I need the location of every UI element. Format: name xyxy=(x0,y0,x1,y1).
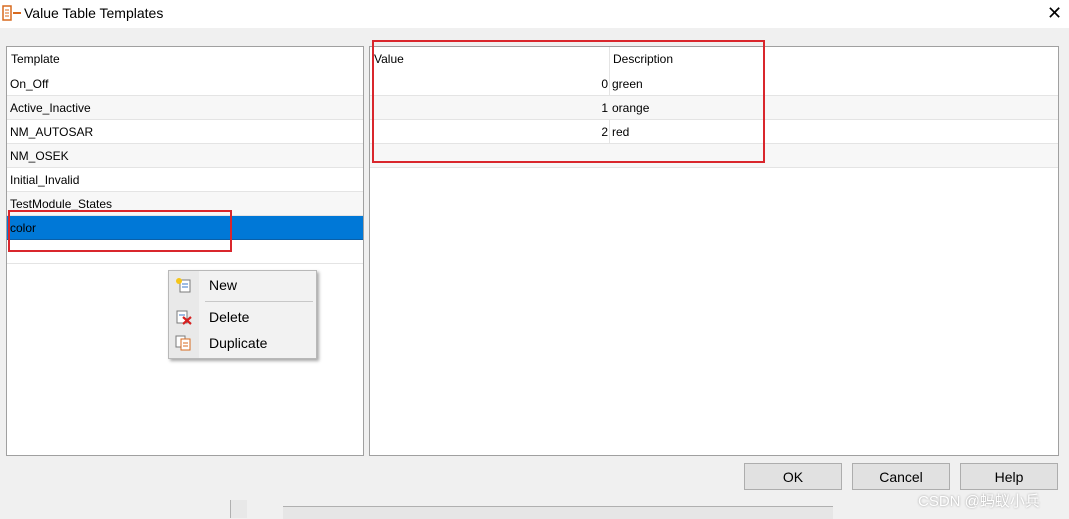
template-row-empty[interactable] xyxy=(7,240,363,264)
menu-item-new[interactable]: New xyxy=(169,273,314,297)
background-window-edge xyxy=(230,500,247,518)
delete-template-icon xyxy=(176,310,192,325)
menu-label: Duplicate xyxy=(209,335,268,351)
template-label: Active_Inactive xyxy=(10,101,91,115)
context-menu: New Delete Duplicate xyxy=(168,270,317,359)
cancel-button[interactable]: Cancel xyxy=(852,463,950,490)
template-list[interactable]: Template On_Off Active_Inactive NM_AUTOS… xyxy=(6,46,364,456)
new-template-icon xyxy=(176,278,191,293)
template-row-testmodule-states[interactable]: TestModule_States xyxy=(7,192,363,216)
description-column-header[interactable]: Description xyxy=(613,47,673,70)
description-cell[interactable]: red xyxy=(612,120,629,144)
value-cell[interactable]: 1 xyxy=(370,96,610,120)
template-row-on-off[interactable]: On_Off xyxy=(7,72,363,96)
template-label: On_Off xyxy=(10,77,49,91)
template-row-active-inactive[interactable]: Active_Inactive xyxy=(7,96,363,120)
watermark-text: CSDN @蚂蚁小兵 xyxy=(918,493,1040,510)
template-row-nm-autosar[interactable]: NM_AUTOSAR xyxy=(7,120,363,144)
description-cell[interactable]: green xyxy=(612,72,643,96)
template-label: TestModule_States xyxy=(10,197,113,211)
template-label: NM_AUTOSAR xyxy=(10,125,94,139)
title-bar: Value Table Templates ✕ xyxy=(0,0,1069,28)
close-icon: ✕ xyxy=(1046,2,1063,23)
value-cell[interactable]: 2 xyxy=(370,120,610,144)
template-column-header[interactable]: Template xyxy=(11,47,60,70)
template-label: NM_OSEK xyxy=(10,149,69,163)
ok-button[interactable]: OK xyxy=(744,463,842,490)
value-cell[interactable]: 0 xyxy=(370,72,610,96)
value-row[interactable]: 2 red xyxy=(370,120,1058,144)
value-row[interactable]: 0 green xyxy=(370,72,1058,96)
template-label: Initial_Invalid xyxy=(10,173,80,187)
template-label: color xyxy=(10,221,37,235)
value-row[interactable]: 1 orange xyxy=(370,96,1058,120)
description-cell[interactable]: orange xyxy=(612,96,649,120)
value-column-header[interactable]: Value xyxy=(374,47,404,70)
menu-label: New xyxy=(209,277,238,293)
background-window-edge xyxy=(283,506,833,519)
value-row-empty[interactable] xyxy=(370,144,1058,168)
menu-label: Delete xyxy=(209,309,250,325)
help-button[interactable]: Help xyxy=(960,463,1058,490)
value-table[interactable]: Value Description 0 green 1 orange 2 red xyxy=(369,46,1059,456)
template-row-initial-invalid[interactable]: Initial_Invalid xyxy=(7,168,363,192)
menu-item-duplicate[interactable]: Duplicate xyxy=(169,331,314,355)
menu-item-delete[interactable]: Delete xyxy=(169,305,314,329)
template-row-color[interactable]: color xyxy=(7,216,363,240)
menu-separator xyxy=(205,301,313,302)
window-title: Value Table Templates xyxy=(24,5,164,21)
close-button[interactable]: ✕ xyxy=(1040,0,1069,26)
template-row-nm-osek[interactable]: NM_OSEK xyxy=(7,144,363,168)
duplicate-template-icon xyxy=(175,335,191,351)
value-table-app-icon xyxy=(2,5,21,21)
